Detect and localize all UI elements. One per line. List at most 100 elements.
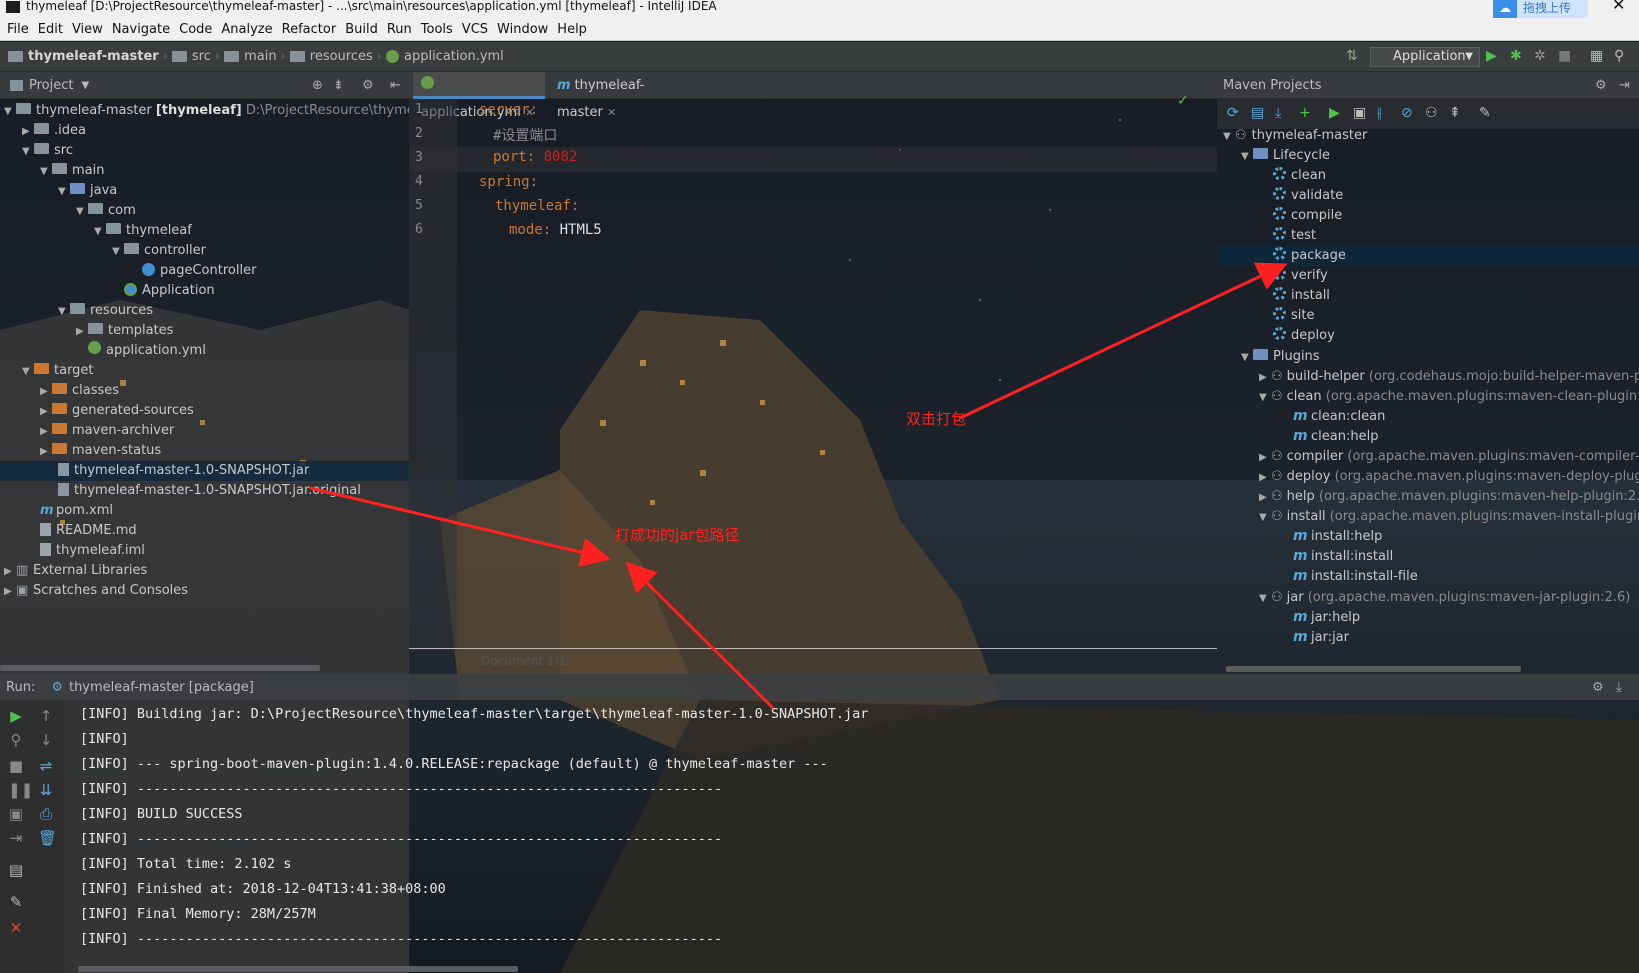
hide-icon[interactable]: ⇥ — [1619, 78, 1630, 93]
plugin-deploy[interactable]: ▶ ⚇ deploy (org.apache.maven.plugins:maven… — [1259, 467, 1639, 487]
lifecycle-test[interactable]: test — [1273, 226, 1316, 246]
tree-item-classes[interactable]: ▶ classes — [40, 381, 119, 401]
chevron-right-icon[interactable]: ▶ — [22, 122, 34, 142]
chevron-down-icon[interactable]: ▼ — [76, 202, 88, 222]
menu-vcs[interactable]: VCS — [462, 22, 488, 37]
tree-item-maven-status[interactable]: ▶ maven-status — [40, 441, 161, 461]
search-icon[interactable]: ⚲ — [1614, 49, 1628, 63]
chevron-right-icon[interactable]: ▶ — [40, 442, 52, 462]
lifecycle-clean[interactable]: clean — [1273, 166, 1326, 186]
collapse-all-icon[interactable]: ⇞ — [1449, 106, 1463, 120]
tree-item-templates[interactable]: ▶ templates — [76, 321, 173, 341]
code-editor[interactable]: 1 2 3 4 5 6 server: #设置端口 port: 8082 spr… — [409, 93, 1217, 668]
chevron-down-icon[interactable]: ▼ — [58, 302, 70, 322]
menu-file[interactable]: File — [7, 22, 29, 37]
settings-icon[interactable]: ⚙ — [1592, 680, 1604, 695]
maven-plugins[interactable]: ▼ Plugins — [1241, 347, 1320, 367]
chevron-down-icon[interactable]: ▼ — [40, 162, 52, 182]
menu-view[interactable]: View — [72, 22, 103, 37]
chevron-down-icon[interactable]: ▼ — [81, 80, 89, 91]
run-console-output[interactable]: [INFO] Building jar: D:\ProjectResource\… — [64, 700, 1639, 973]
breadcrumb-resources[interactable]: resources — [310, 49, 373, 64]
gear-icon[interactable]: ⚙ — [362, 78, 374, 93]
tab-thymeleaf-master[interactable]: m thymeleaf-master ✕ — [549, 72, 689, 120]
lifecycle-verify[interactable]: verify — [1273, 266, 1328, 286]
chevron-down-icon[interactable]: ▼ — [1241, 348, 1253, 368]
chevron-right-icon[interactable]: ▶ — [40, 382, 52, 402]
soft-wrap-icon[interactable]: ⇌ — [38, 758, 54, 774]
close-icon[interactable]: ✕ — [8, 920, 24, 936]
chevron-down-icon[interactable]: ▼ — [1259, 508, 1271, 528]
scroll-to-end-icon[interactable]: ⇊ — [38, 782, 54, 798]
chevron-down-icon[interactable]: ▼ — [1223, 129, 1235, 147]
refresh-icon[interactable]: ⟳ — [1227, 106, 1241, 120]
menu-analyze[interactable]: Analyze — [221, 22, 272, 37]
up-arrow-icon[interactable]: ↑ — [38, 708, 54, 724]
pin-tab-icon[interactable]: ✎ — [8, 894, 24, 910]
chevron-right-icon[interactable]: ▶ — [76, 322, 88, 342]
tree-item-snapshot-jar-original[interactable]: thymeleaf-master-1.0-SNAPSHOT.jar.origin… — [58, 481, 361, 501]
scroll-from-source-icon[interactable]: ⊕ — [312, 78, 323, 93]
menu-window[interactable]: Window — [497, 22, 548, 37]
breadcrumb-file[interactable]: application.yml — [404, 49, 504, 64]
project-horizontal-scrollbar[interactable] — [0, 665, 320, 671]
tree-item-generated-sources[interactable]: ▶ generated-sources — [40, 401, 194, 421]
chevron-right-icon[interactable]: ▶ — [1259, 368, 1271, 388]
chevron-down-icon[interactable]: ▼ — [1241, 147, 1253, 167]
goal-jar-jar[interactable]: m jar:jar — [1293, 628, 1349, 648]
tree-item-thymeleaf[interactable]: ▼ thymeleaf — [94, 221, 192, 241]
chevron-down-icon[interactable]: ▼ — [58, 182, 70, 202]
tree-item-src[interactable]: ▼ src — [22, 141, 73, 161]
settings-icon[interactable]: ✎ — [1479, 106, 1493, 120]
execute-goal-icon[interactable]: ▣ — [1353, 106, 1367, 120]
chevron-down-icon[interactable]: ▼ — [1259, 388, 1271, 408]
chevron-right-icon[interactable]: ▶ — [1259, 448, 1271, 468]
project-structure-icon[interactable]: ▦ — [1590, 49, 1604, 63]
stop-icon[interactable]: ■ — [8, 758, 24, 774]
dependencies-icon[interactable]: ⚇ — [1425, 106, 1439, 120]
tree-item-maven-archiver[interactable]: ▶ maven-archiver — [40, 421, 174, 441]
goal-install-help[interactable]: m install:help — [1293, 527, 1382, 547]
chevron-down-icon[interactable]: ▼ — [94, 222, 106, 242]
chevron-down-icon[interactable]: ▼ — [22, 362, 34, 382]
build-icon[interactable]: ⇅ — [1346, 49, 1360, 63]
maven-horizontal-scrollbar[interactable] — [1226, 666, 1521, 672]
plugin-clean[interactable]: ▼ ⚇ clean (org.apache.maven.plugins:maven-… — [1259, 387, 1639, 407]
lifecycle-deploy[interactable]: deploy — [1273, 326, 1335, 346]
tree-item-target[interactable]: ▼ target — [22, 361, 94, 381]
download-icon[interactable]: ⤓ — [1275, 106, 1289, 120]
skip-tests-icon[interactable]: ⊘ — [1401, 106, 1415, 120]
tree-item-application-yml[interactable]: application.yml — [76, 341, 206, 361]
collapse-all-icon[interactable]: ⇟ — [333, 78, 344, 93]
menu-build[interactable]: Build — [345, 22, 378, 37]
tree-item-pagecontroller[interactable]: pageController — [130, 261, 256, 281]
console-horizontal-scrollbar[interactable] — [78, 966, 518, 972]
goal-jar-help[interactable]: m jar:help — [1293, 608, 1360, 628]
gear-icon[interactable]: ⚙ — [1595, 78, 1607, 93]
chevron-right-icon[interactable]: ▶ — [40, 402, 52, 422]
layout-icon[interactable]: ▤ — [8, 862, 24, 878]
tree-item-readme[interactable]: README.md — [40, 521, 137, 541]
plugin-build-helper[interactable]: ▶ ⚇ build-helper (org.codehaus.mojo:build-… — [1259, 367, 1639, 387]
menu-refactor[interactable]: Refactor — [282, 22, 337, 37]
tree-item-resources[interactable]: ▼ resources — [58, 301, 153, 321]
breadcrumb-project[interactable]: thymeleaf-master — [28, 49, 159, 64]
chevron-right-icon[interactable]: ▶ — [4, 562, 16, 582]
hide-icon[interactable]: ⤓ — [1616, 680, 1622, 695]
inspection-ok-icon[interactable]: ✓ — [1177, 93, 1189, 109]
menu-run[interactable]: Run — [387, 22, 412, 37]
goal-install-install[interactable]: m install:install — [1293, 547, 1393, 567]
run-maven-icon[interactable]: ▶ — [1329, 106, 1343, 120]
chevron-down-icon[interactable]: ▼ — [1259, 589, 1271, 609]
breadcrumb-src[interactable]: src — [192, 49, 211, 64]
upload-button[interactable]: ☁ 拖拽上传 — [1493, 0, 1588, 18]
tab-application-yml[interactable]: application.yml ✕ — [413, 72, 545, 120]
down-arrow-icon[interactable]: ↓ — [38, 732, 54, 748]
chevron-right-icon[interactable]: ▶ — [4, 582, 16, 602]
lifecycle-install[interactable]: install — [1273, 286, 1330, 306]
close-window-icon[interactable]: ✕ — [1612, 0, 1625, 13]
plugin-compiler[interactable]: ▶ ⚇ compiler (org.apache.maven.plugins:mav… — [1259, 447, 1639, 467]
toggle-offline-icon[interactable]: ⫲ — [1377, 106, 1391, 120]
tree-item-java[interactable]: ▼ java — [58, 181, 117, 201]
tree-item-main[interactable]: ▼ main — [40, 161, 104, 181]
